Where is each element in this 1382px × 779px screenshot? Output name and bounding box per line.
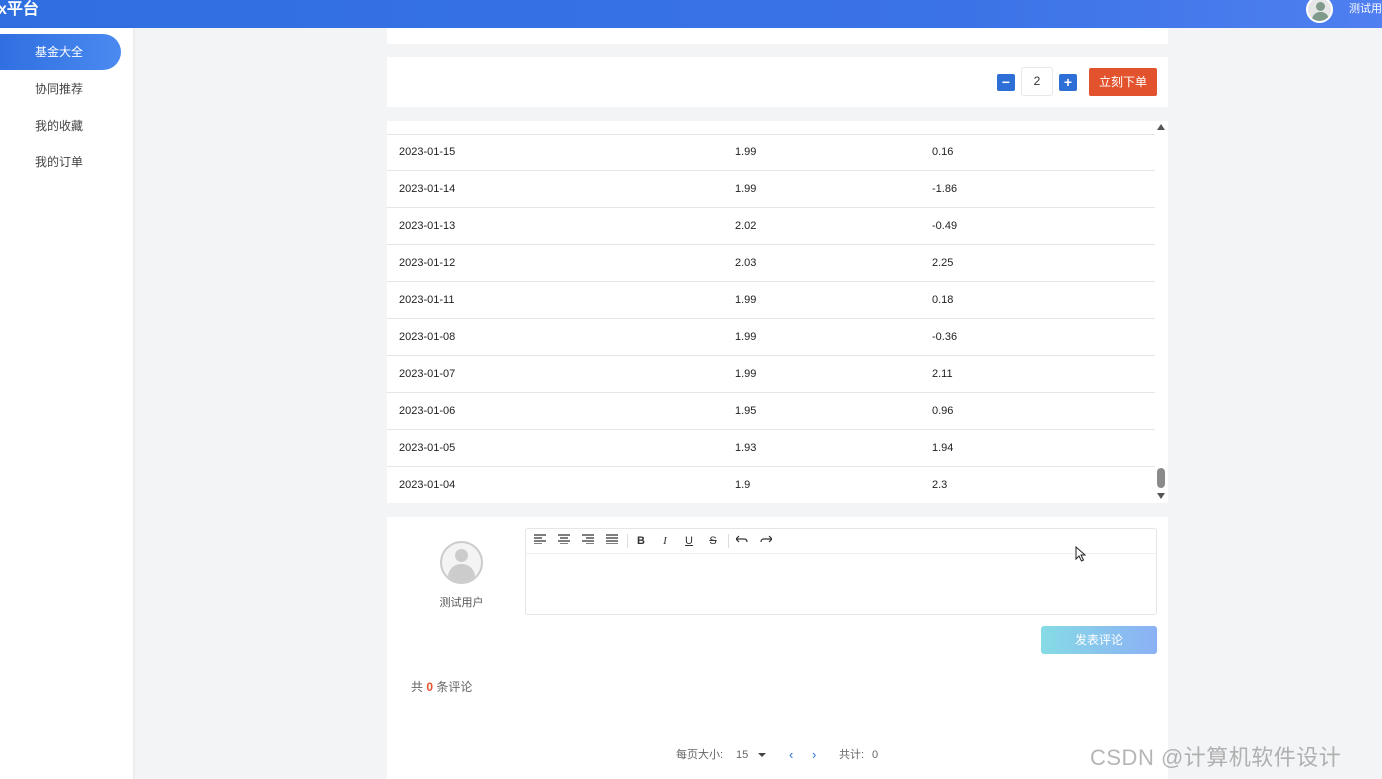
table-row: 2023-01-13 2.02 -0.49 <box>387 208 1155 245</box>
row-nav: 1.99 <box>735 331 757 343</box>
strikethrough-icon[interactable]: S <box>705 533 721 549</box>
nav-history-table[interactable]: 2023-01-15 1.99 0.16 2023-01-14 1.99 -1.86 202… <box>387 121 1168 503</box>
row-date: 2023-01-04 <box>399 479 456 491</box>
row-date: 2023-01-13 <box>399 220 456 232</box>
table-row: 2023-01-08 1.99 -0.36 <box>387 319 1155 356</box>
row-change: 1.94 <box>932 442 954 454</box>
row-nav: 1.93 <box>735 442 757 454</box>
row-nav: 1.9 <box>735 479 751 491</box>
row-change: 2.25 <box>932 257 954 269</box>
sidebar-item-recommend[interactable]: 协同推荐 <box>0 71 121 107</box>
place-order-button[interactable]: 立刻下单 <box>1089 68 1157 96</box>
scroll-down-icon[interactable] <box>1157 493 1165 499</box>
row-nav: 1.95 <box>735 405 757 417</box>
row-date: 2023-01-08 <box>399 331 456 343</box>
row-date: 2023-01-06 <box>399 405 456 417</box>
row-date: 2023-01-15 <box>399 146 456 158</box>
table-row: 2023-01-12 2.03 2.25 <box>387 245 1155 282</box>
row-change: -0.49 <box>932 220 958 232</box>
row-change: 0.16 <box>932 146 954 158</box>
undo-icon[interactable] <box>734 533 750 549</box>
row-change: -1.86 <box>932 183 958 195</box>
page-size-select[interactable]: 15 <box>736 747 748 763</box>
justify-icon[interactable] <box>604 533 620 549</box>
table-header-divider <box>387 134 1155 135</box>
chevron-down-icon[interactable] <box>758 753 766 757</box>
table-row: 2023-01-14 1.99 -1.86 <box>387 171 1155 208</box>
minus-icon[interactable]: − <box>997 74 1015 91</box>
row-change: -0.36 <box>932 331 958 343</box>
table-row: 2023-01-05 1.93 1.94 <box>387 430 1155 467</box>
scroll-up-icon[interactable] <box>1157 124 1165 130</box>
row-nav: 1.99 <box>735 294 757 306</box>
comment-editor[interactable]: B I U S <box>525 528 1157 615</box>
row-change: 0.18 <box>932 294 954 306</box>
sidebar: 基金大全 协同推荐 我的收藏 我的订单 <box>0 28 133 779</box>
app-title: x平台 <box>0 1 39 18</box>
table-row: 2023-01-11 1.99 0.18 <box>387 282 1155 319</box>
row-change: 2.11 <box>932 368 953 380</box>
redo-icon[interactable] <box>758 533 774 549</box>
table-scrollbar[interactable] <box>1155 121 1168 503</box>
sidebar-item-favorites[interactable]: 我的收藏 <box>0 108 121 144</box>
align-center-icon[interactable] <box>556 533 572 549</box>
total-label: 共计: <box>839 749 865 761</box>
top-header: x平台 测试用 <box>0 0 1382 28</box>
underline-icon[interactable]: U <box>681 533 697 549</box>
next-page-icon[interactable]: › <box>812 747 816 763</box>
sidebar-item-orders[interactable]: 我的订单 <box>0 144 121 180</box>
commenter-name: 测试用户 <box>439 597 484 609</box>
total-value: 0 <box>872 749 879 761</box>
row-change: 0.96 <box>932 405 954 417</box>
toolbar-divider <box>627 534 628 548</box>
align-right-icon[interactable] <box>580 533 596 549</box>
editor-toolbar: B I U S <box>526 529 1156 554</box>
table-row: 2023-01-06 1.95 0.96 <box>387 393 1155 430</box>
row-date: 2023-01-11 <box>399 294 455 306</box>
table-row: 2023-01-07 1.99 2.11 <box>387 356 1155 393</box>
align-left-icon[interactable] <box>532 533 548 549</box>
table-row: 2023-01-04 1.9 2.3 <box>387 467 1155 503</box>
row-date: 2023-01-07 <box>399 368 456 380</box>
post-comment-button[interactable]: 发表评论 <box>1041 626 1157 654</box>
quantity-input[interactable]: 2 <box>1021 67 1053 96</box>
sidebar-item-fund-list[interactable]: 基金大全 <box>0 34 121 70</box>
row-nav: 2.03 <box>735 257 757 269</box>
row-nav: 1.99 <box>735 183 757 195</box>
row-nav: 1.99 <box>735 368 757 380</box>
table-row: 2023-01-15 1.99 0.16 <box>387 134 1155 171</box>
watermark: CSDN @计算机软件设计 <box>1090 745 1342 770</box>
toolbar-divider <box>728 534 729 548</box>
row-date: 2023-01-05 <box>399 442 456 454</box>
scroll-thumb[interactable] <box>1157 468 1165 488</box>
comment-count: 共 0 条评论 <box>411 680 473 694</box>
page-size-label: 每页大小: <box>676 749 724 761</box>
order-card: − 2 + 立刻下单 <box>387 57 1168 107</box>
row-nav: 1.99 <box>735 146 757 158</box>
row-date: 2023-01-14 <box>399 183 456 195</box>
row-date: 2023-01-12 <box>399 257 456 269</box>
italic-icon[interactable]: I <box>657 533 673 549</box>
comment-section: 测试用户 B I U S 发表评论 共 0 条评论 每页大小: 15 ‹ › 共… <box>387 517 1168 779</box>
plus-icon[interactable]: + <box>1059 74 1077 91</box>
mouse-pointer-icon <box>1075 545 1087 564</box>
fund-info-card-bottom <box>387 28 1168 44</box>
commenter-avatar-icon <box>440 541 483 584</box>
header-username[interactable]: 测试用 <box>1349 2 1382 16</box>
bold-icon[interactable]: B <box>633 533 649 549</box>
user-avatar-icon[interactable] <box>1306 0 1333 23</box>
row-nav: 2.02 <box>735 220 757 232</box>
prev-page-icon[interactable]: ‹ <box>789 747 793 763</box>
row-change: 2.3 <box>932 479 948 491</box>
